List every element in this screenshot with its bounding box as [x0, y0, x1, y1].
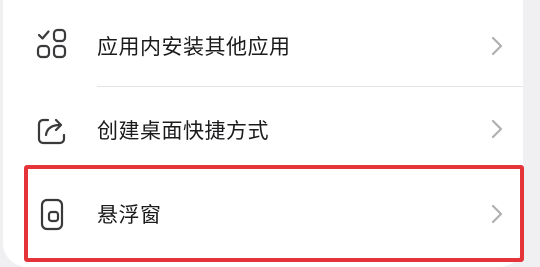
share-shortcut-icon — [34, 113, 70, 149]
highlight-box — [24, 165, 524, 262]
create-desktop-shortcut-row[interactable]: 创建桌面快捷方式 — [3, 87, 523, 172]
install-other-apps-row[interactable]: 应用内安装其他应用 — [3, 2, 523, 87]
apps-grid-icon — [34, 26, 70, 62]
chevron-right-icon — [489, 34, 505, 58]
create-desktop-shortcut-label: 创建桌面快捷方式 — [97, 119, 269, 143]
install-other-apps-label: 应用内安装其他应用 — [97, 35, 291, 59]
chevron-right-icon — [489, 117, 505, 141]
